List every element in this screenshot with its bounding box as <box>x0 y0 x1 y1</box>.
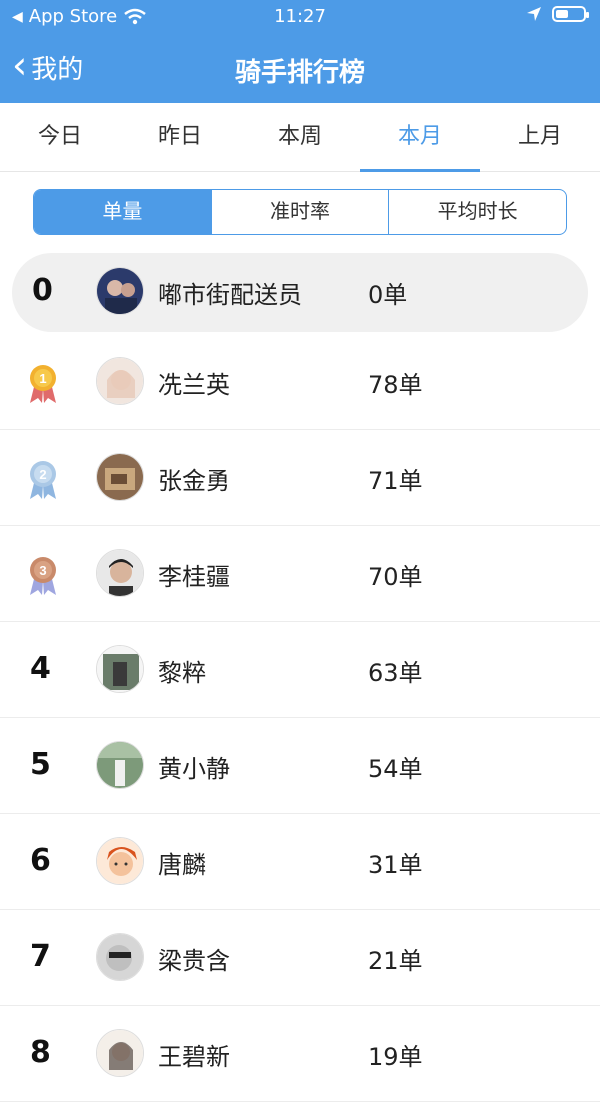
order-count: 31单 <box>368 851 423 879</box>
rider-name: 冼兰英 <box>158 371 230 399</box>
avatar <box>96 837 144 885</box>
list-item[interactable]: 4 黎粹 63单 <box>0 621 600 718</box>
avatar <box>96 267 144 315</box>
rider-name: 嘟市街配送员 <box>158 281 302 309</box>
tab-today[interactable]: 今日 <box>0 103 120 171</box>
rank-number: 4 <box>30 651 51 686</box>
svg-text:3: 3 <box>39 563 46 578</box>
bronze-medal-icon: 3 <box>30 557 56 595</box>
rider-name: 张金勇 <box>158 467 230 495</box>
list-item[interactable]: 2 张金勇 71单 <box>0 429 600 526</box>
list-item[interactable]: 6 唐麟 31单 <box>0 813 600 910</box>
avatar <box>96 453 144 501</box>
silver-medal-icon: 2 <box>30 461 56 499</box>
rider-name: 李桂疆 <box>158 563 230 591</box>
tab-this-month[interactable]: 本月 <box>360 103 480 172</box>
avatar <box>96 1029 144 1077</box>
status-bar: ◀ App Store 11:27 <box>0 0 600 34</box>
page-title: 骑手排行榜 <box>234 58 365 88</box>
list-item[interactable]: 5 黄小静 54单 <box>0 717 600 814</box>
segment-on-time-rate[interactable]: 准时率 <box>210 190 389 234</box>
avatar <box>96 933 144 981</box>
svg-text:2: 2 <box>39 467 46 482</box>
order-count: 71单 <box>368 467 423 495</box>
nav-bar: ‹ 我的 骑手排行榜 <box>0 40 600 96</box>
avatar <box>96 549 144 597</box>
avatar <box>96 741 144 789</box>
top-bar: ◀ App Store 11:27 ‹ 我的 骑手排行榜 <box>0 0 600 103</box>
rider-name: 黄小静 <box>158 755 230 783</box>
battery-icon <box>552 6 589 22</box>
rank-number: 7 <box>30 939 51 974</box>
list-item[interactable]: 8 王碧新 19单 <box>0 1005 600 1102</box>
rank-number: 5 <box>30 747 51 782</box>
svg-text:1: 1 <box>39 371 46 386</box>
rider-name: 梁贵含 <box>158 947 230 975</box>
segment-average-duration[interactable]: 平均时长 <box>388 190 566 234</box>
order-count: 63单 <box>368 659 423 687</box>
avatar <box>96 357 144 405</box>
rank-number: 0 <box>32 273 53 308</box>
metric-segmented-control: 单量 准时率 平均时长 <box>33 189 567 235</box>
segment-order-count[interactable]: 单量 <box>34 190 211 234</box>
order-count: 54单 <box>368 755 423 783</box>
rider-name: 唐麟 <box>158 851 206 879</box>
my-rank-row[interactable]: 0 嘟市街配送员 0单 <box>12 253 588 332</box>
period-tabs: 今日 昨日 本周 本月 上月 <box>0 103 600 172</box>
gold-medal-icon: 1 <box>30 365 56 403</box>
avatar <box>96 645 144 693</box>
status-time: 11:27 <box>274 6 326 27</box>
list-item[interactable]: 3 李桂疆 70单 <box>0 525 600 622</box>
list-item[interactable]: 1 冼兰英 78单 <box>0 333 600 430</box>
tab-yesterday[interactable]: 昨日 <box>120 103 240 171</box>
order-count: 78单 <box>368 371 423 399</box>
rank-number: 8 <box>30 1035 51 1070</box>
list-item[interactable]: 7 梁贵含 21单 <box>0 909 600 1006</box>
order-count: 70单 <box>368 563 423 591</box>
rider-name: 黎粹 <box>158 659 206 687</box>
tab-last-month[interactable]: 上月 <box>480 103 600 171</box>
location-arrow-icon <box>527 7 541 21</box>
order-count: 21单 <box>368 947 423 975</box>
tab-this-week[interactable]: 本周 <box>240 103 360 171</box>
order-count: 0单 <box>368 281 408 309</box>
rank-number: 6 <box>30 843 51 878</box>
